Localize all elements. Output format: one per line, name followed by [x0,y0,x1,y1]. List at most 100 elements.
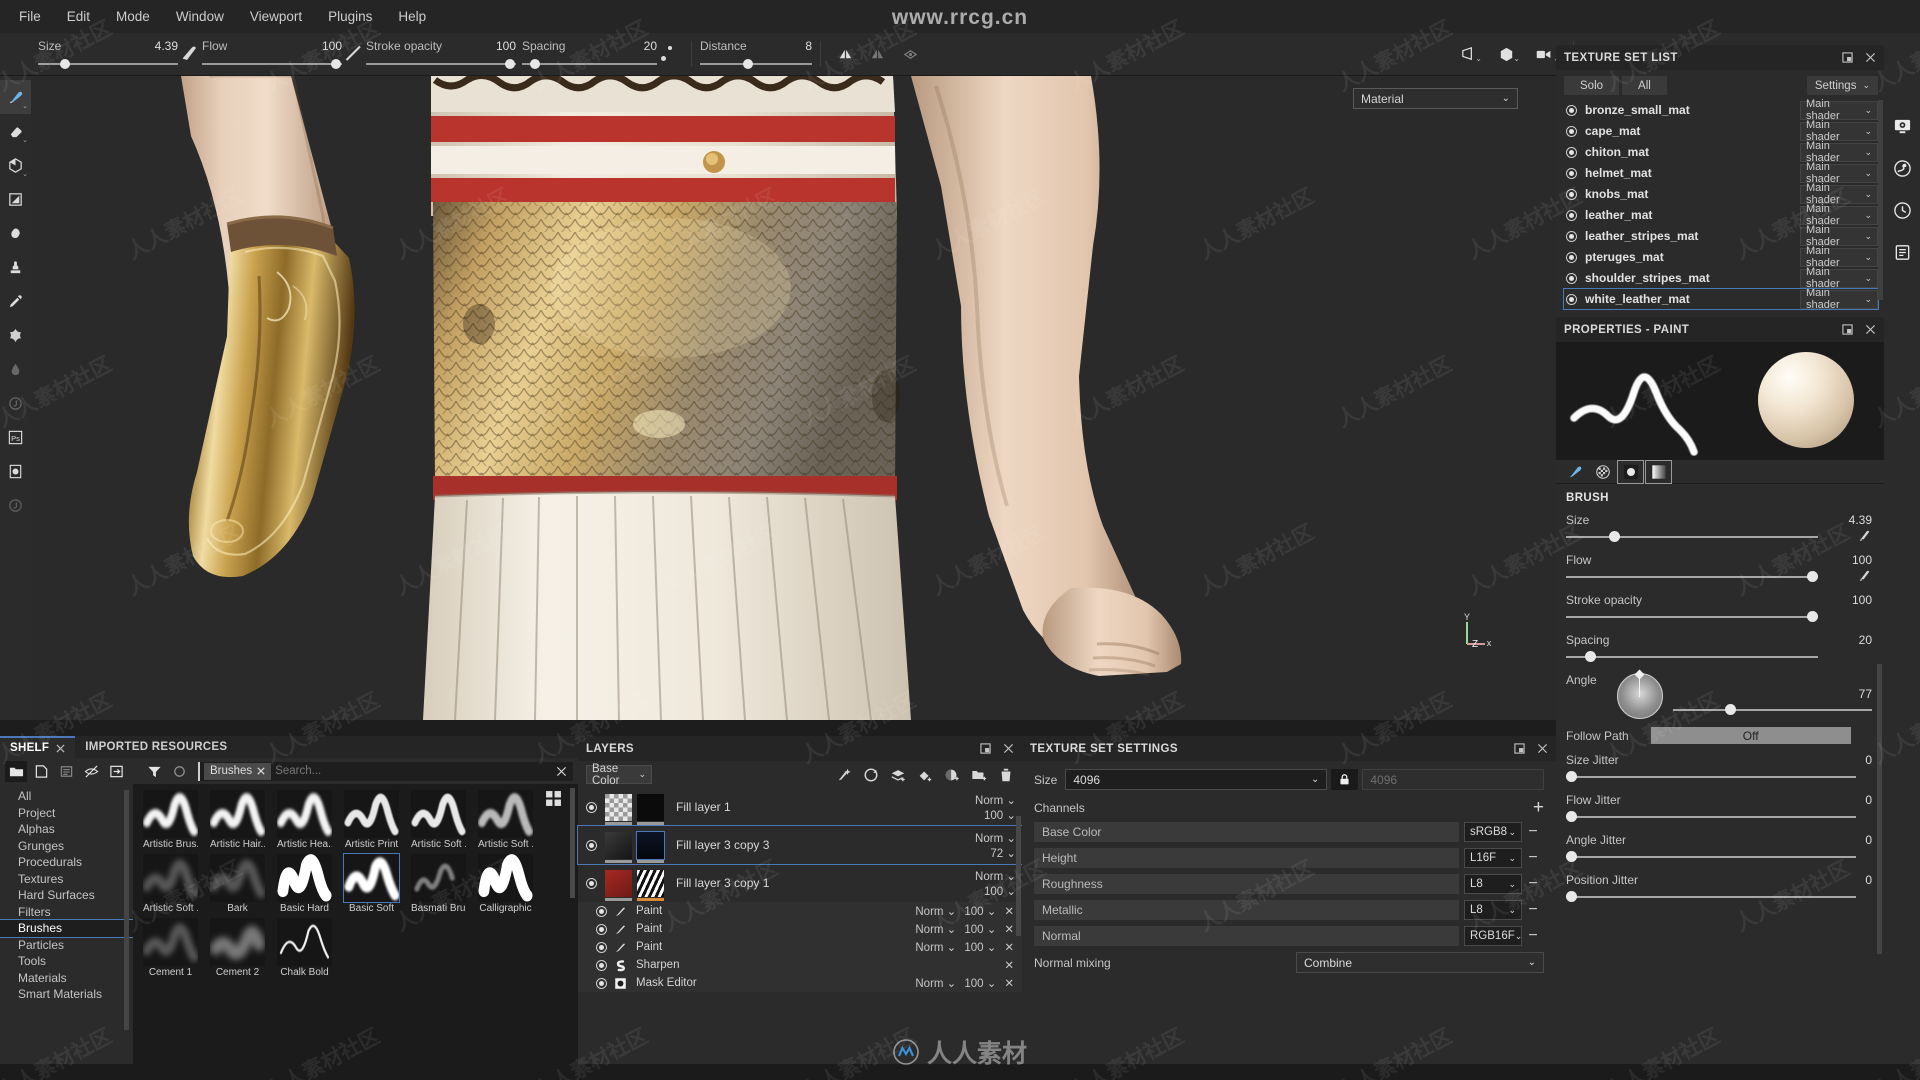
float-panel-icon[interactable] [1842,52,1853,63]
effect-blend-mode[interactable]: Norm ⌄ [915,940,956,954]
texture-set-scrollbar[interactable] [1878,100,1883,300]
lock-icon[interactable] [1331,769,1359,790]
channel-row[interactable]: Height L16F ⌄ − [1034,848,1544,868]
channel-row[interactable]: Metallic L8 ⌄ − [1034,900,1544,920]
substance-file-tool[interactable] [0,454,31,488]
texture-set-shader-dropdown[interactable]: Main shader ⌄ [1800,203,1878,227]
texture-set-visibility-toggle[interactable] [1566,230,1577,242]
effect-visibility-toggle[interactable] [596,905,607,917]
close-icon[interactable] [1865,52,1876,63]
all-button[interactable]: All [1622,76,1667,95]
menu-item-window[interactable]: Window [163,4,237,29]
circle-icon[interactable] [168,761,190,782]
viewport-mode-3d-icon[interactable]: ⌄ [1451,45,1485,64]
texture-set-row[interactable]: white_leather_mat Main shader ⌄ [1563,287,1879,311]
layer-row[interactable]: Fill layer 3 copy 3 Norm ⌄ 72 ⌄ [577,825,1023,865]
mirror-x-icon[interactable] [829,46,861,63]
viewport-shading-icon[interactable]: ⌄ [1489,45,1523,64]
texture-set-shader-dropdown[interactable]: Main shader ⌄ [1800,245,1878,269]
plus-icon[interactable]: + [1533,798,1544,817]
brush-thumbnail[interactable] [143,918,198,966]
texture-set-row[interactable]: leather_stripes_mat Main shader ⌄ [1564,224,1878,248]
brush-thumbnail[interactable] [478,790,533,838]
remove-channel-icon[interactable]: − [1522,823,1544,841]
effect-visibility-toggle[interactable] [596,941,607,953]
hide-icon[interactable] [80,761,102,782]
eraser-tool[interactable]: ⌄ [0,114,31,148]
effect-visibility-toggle[interactable] [596,923,607,935]
clear-search-icon[interactable] [556,766,567,777]
layer-row[interactable]: Fill layer 3 copy 1 Norm ⌄ 100 ⌄ [578,864,1022,902]
gradient-tab[interactable] [1645,459,1672,484]
brush-grid-item[interactable]: Artistic Soft ... [478,790,533,850]
brush-tab[interactable] [1562,461,1587,483]
delete-icon[interactable] [998,767,1014,783]
smart-mask-tool[interactable] [0,488,31,522]
search-input[interactable]: Search... [275,765,321,777]
float-panel-icon[interactable] [1514,743,1525,754]
jitter-slider[interactable] [1566,891,1856,902]
size-dropdown[interactable]: 4096 ⌄ [1065,769,1328,790]
polygon-fill-tool[interactable] [0,182,31,216]
close-icon[interactable] [1537,743,1548,754]
layers-scrollbar[interactable] [1016,816,1021,936]
brush-grid-item[interactable]: Artistic Soft ... [411,790,466,850]
add-effect-icon[interactable] [836,767,852,783]
close-icon[interactable] [56,743,65,753]
normal-mixing-dropdown[interactable]: Combine ⌄ [1296,952,1544,973]
photoshop-link-tool[interactable]: Ps [0,420,31,454]
mirror-y-icon[interactable] [861,46,893,63]
jitter-slider[interactable] [1566,771,1856,782]
layer-visibility-toggle[interactable] [586,839,597,851]
texture-set-visibility-toggle[interactable] [1566,188,1577,200]
effect-opacity[interactable]: 100 ⌄ [964,904,996,918]
texture-set-visibility-toggle[interactable] [1566,293,1577,305]
layer-visibility-toggle[interactable] [586,801,597,813]
toolbar-size-slider[interactable] [38,58,178,70]
brush-grid-item[interactable]: Artistic Soft ... [143,854,198,914]
viewport-material-dropdown[interactable]: Material ⌄ [1353,88,1518,109]
brush-grid-item[interactable]: Calligraphic [478,854,533,914]
angle-dial[interactable] [1616,669,1663,719]
layer-effect-row[interactable]: Paint Norm ⌄ 100 ⌄ ✕ [578,902,1022,920]
jitter-slider[interactable] [1566,851,1856,862]
float-panel-icon[interactable] [1842,324,1853,335]
color-picker-tool[interactable] [0,284,31,318]
layer-content-thumbnail[interactable] [605,793,632,825]
shelf-category-materials[interactable]: Materials [0,970,133,987]
brush-thumbnail[interactable] [343,853,400,903]
shelf-category-particles[interactable]: Particles [0,937,133,954]
texture-set-shader-dropdown[interactable]: Main shader ⌄ [1800,266,1878,290]
float-panel-icon[interactable] [980,743,991,754]
brush-grid-item[interactable]: Bark [210,854,265,914]
layer-blend-mode[interactable]: Norm ⌄ [975,795,1016,807]
brush-thumbnail[interactable] [411,854,466,902]
layer-visibility-toggle[interactable] [586,877,597,889]
filter-chip-brushes[interactable]: Brushes [204,762,272,780]
texture-set-row[interactable]: knobs_mat Main shader ⌄ [1564,182,1878,206]
3d-viewport[interactable]: Material ⌄ Y x Z [31,76,1556,720]
menu-item-help[interactable]: Help [385,4,439,29]
tab-imported-resources[interactable]: IMPORTED RESOURCES [75,736,237,758]
add-fill-icon[interactable] [863,767,879,783]
toolbar-stroke-opacity-slider[interactable] [366,58,516,70]
brush-grid-item[interactable]: Artistic Print [344,790,399,850]
layer-blend-mode[interactable]: Norm ⌄ [975,871,1016,883]
brush-thumbnail[interactable] [411,790,466,838]
jitter-slider[interactable] [1566,811,1856,822]
texture-set-shader-dropdown[interactable]: Main shader ⌄ [1800,161,1878,185]
effect-visibility-toggle[interactable] [596,977,607,989]
effect-opacity[interactable]: 100 ⌄ [964,922,996,936]
texture-set-row[interactable]: leather_mat Main shader ⌄ [1564,203,1878,227]
folder-icon[interactable] [5,760,27,782]
shelf-category-grunges[interactable]: Grunges [0,838,133,855]
effect-remove-icon[interactable]: ✕ [1004,940,1014,954]
brush-grid-item[interactable]: Basmati Bru... [411,854,466,914]
channel-row[interactable]: Normal RGB16F ⌄ − [1034,926,1544,946]
material-tab[interactable] [1617,459,1644,484]
effect-remove-icon[interactable]: ✕ [1004,922,1014,936]
clone-stamp-tool[interactable] [0,250,31,284]
texture-set-visibility-toggle[interactable] [1566,251,1577,263]
brush-grid-item[interactable]: Basic Soft [343,853,400,914]
layer-effect-row[interactable]: Mask Editor Norm ⌄ 100 ⌄ ✕ [578,974,1022,992]
